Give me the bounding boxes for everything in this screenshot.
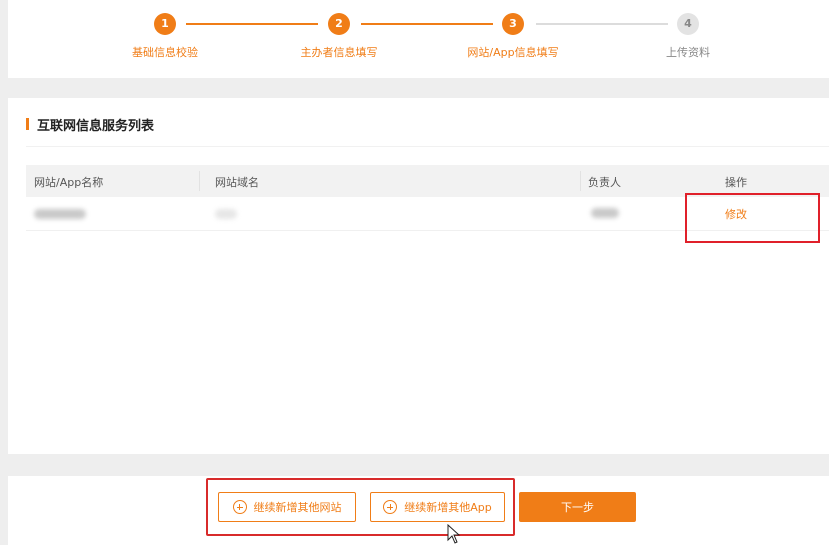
column-header-owner: 负责人 [588,176,621,189]
column-header-action: 操作 [725,176,747,189]
section-title: 互联网信息服务列表 [37,119,155,134]
step-4-label: 上传资料 [666,46,710,59]
section-divider [26,146,829,147]
add-app-label: 继续新增其他App [404,501,492,514]
next-step-button[interactable]: 下一步 [519,492,636,522]
plus-circle-icon [383,500,398,514]
step-1-circle: 1 [154,13,176,35]
section-accent-bar [26,118,29,130]
redacted-owner [591,208,619,218]
add-website-label: 继续新增其他网站 [253,501,342,514]
add-website-button[interactable]: 继续新增其他网站 [218,492,356,522]
step-connector-3 [536,23,668,25]
column-divider [199,171,200,191]
redacted-domain [215,209,237,219]
step-3-circle: 3 [502,13,524,35]
edit-highlight-box [685,193,820,243]
column-header-name: 网站/App名称 [34,176,104,189]
step-connector-2 [361,23,493,25]
add-app-button[interactable]: 继续新增其他App [370,492,505,522]
stepper-panel [8,0,829,78]
step-2-label: 主办者信息填写 [300,46,378,59]
mouse-pointer-icon [447,524,461,544]
step-1-label: 基础信息校验 [132,46,198,59]
service-list-panel [8,98,829,454]
step-3-label: 网站/App信息填写 [467,46,559,59]
plus-circle-icon [232,500,247,514]
step-connector-1 [186,23,318,25]
step-2-circle: 2 [328,13,350,35]
step-4-circle: 4 [677,13,699,35]
redacted-site-name [34,209,86,219]
column-header-domain: 网站域名 [215,176,259,189]
column-divider [580,171,581,191]
